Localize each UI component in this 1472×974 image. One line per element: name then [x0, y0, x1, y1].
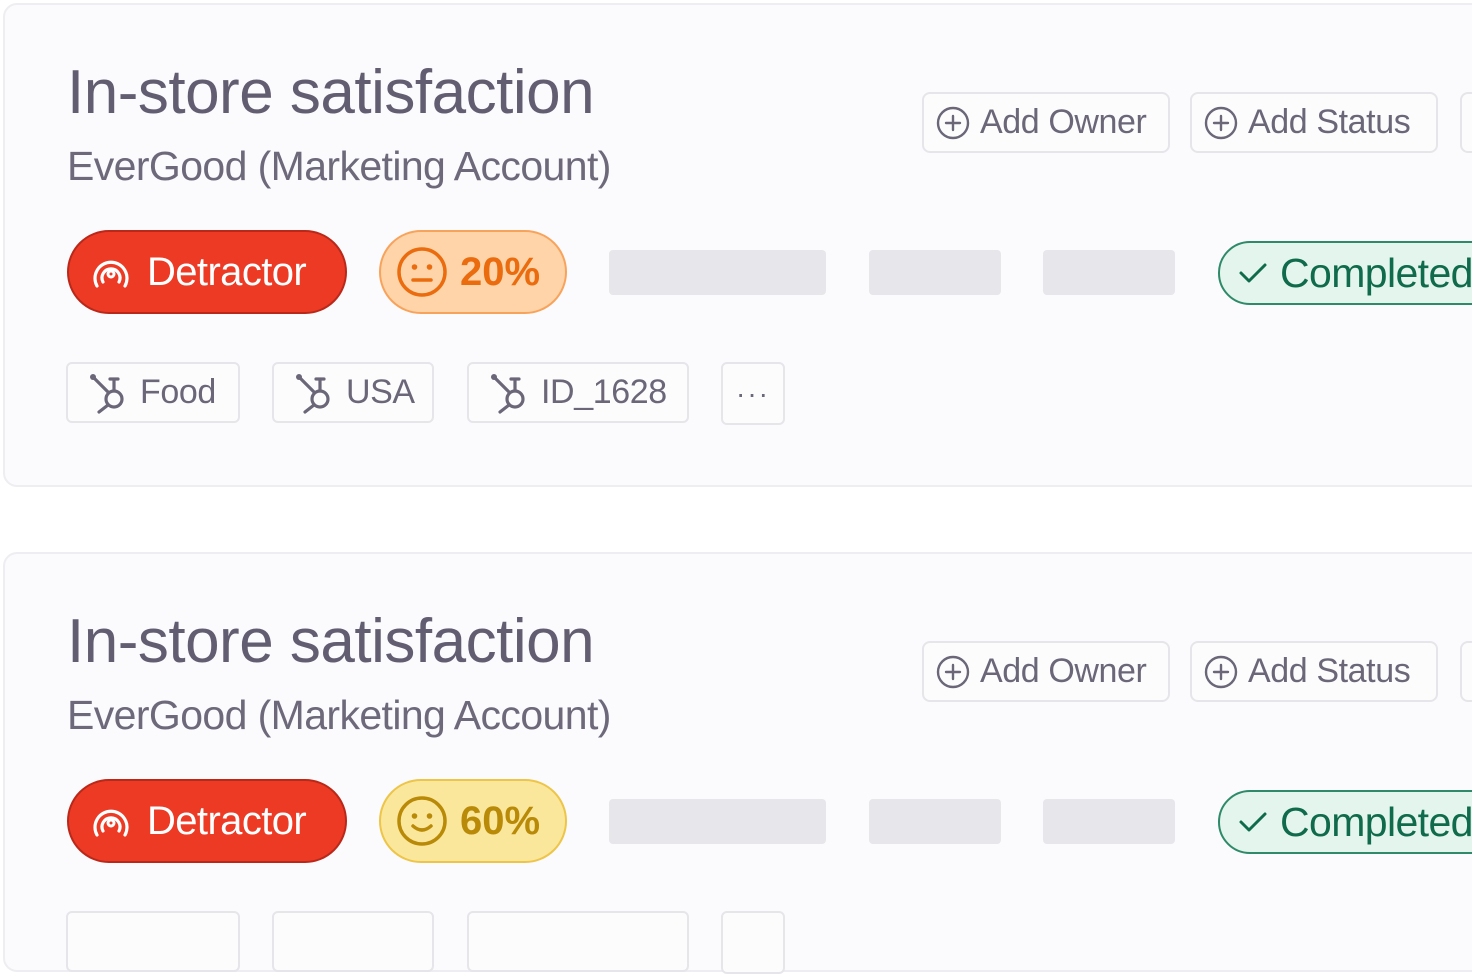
add-status-label: Add Status	[1248, 103, 1411, 141]
tag-label: ID_1628	[541, 373, 667, 411]
hubspot-icon	[88, 372, 128, 414]
signal-icon	[89, 250, 133, 294]
skeleton-placeholder	[1043, 799, 1175, 844]
smile-face-icon	[396, 795, 448, 847]
tag-usa[interactable]: USA	[272, 362, 434, 423]
detractor-badge[interactable]: Detractor	[67, 779, 347, 863]
tag-label: Food	[140, 373, 216, 411]
check-icon	[1236, 256, 1270, 290]
score-badge[interactable]: 60%	[379, 779, 567, 863]
plus-circle-icon	[1204, 106, 1238, 140]
more-tags-button[interactable]: ···	[721, 362, 785, 425]
survey-card-2[interactable]: In-store satisfaction EverGood (Marketin…	[3, 552, 1472, 974]
tag-placeholder[interactable]	[272, 911, 434, 972]
tag-id[interactable]: ID_1628	[467, 362, 689, 423]
completed-status-badge[interactable]: Completed	[1218, 790, 1472, 854]
survey-card-1[interactable]: In-store satisfaction EverGood (Marketin…	[3, 3, 1472, 487]
hubspot-icon	[489, 372, 529, 414]
tag-food[interactable]: Food	[66, 362, 240, 423]
add-status-button[interactable]: Add Status	[1190, 92, 1438, 153]
detractor-label: Detractor	[147, 798, 307, 843]
score-label: 20%	[460, 249, 541, 294]
add-owner-button[interactable]: Add Owner	[922, 641, 1170, 702]
skeleton-placeholder	[869, 250, 1001, 295]
more-tags-button[interactable]	[721, 911, 785, 974]
plus-circle-icon	[936, 655, 970, 689]
completed-label: Completed	[1280, 249, 1472, 296]
skeleton-placeholder	[1043, 250, 1175, 295]
add-status-label: Add Status	[1248, 652, 1411, 690]
add-owner-label: Add Owner	[980, 103, 1147, 141]
score-label: 60%	[460, 798, 541, 843]
overflow-button[interactable]	[1460, 641, 1472, 702]
tag-placeholder[interactable]	[467, 911, 689, 972]
plus-circle-icon	[936, 106, 970, 140]
add-owner-label: Add Owner	[980, 652, 1147, 690]
add-status-button[interactable]: Add Status	[1190, 641, 1438, 702]
neutral-face-icon	[396, 246, 448, 298]
card-title: In-store satisfaction	[67, 58, 595, 127]
detractor-badge[interactable]: Detractor	[67, 230, 347, 314]
skeleton-placeholder	[609, 799, 826, 844]
detractor-label: Detractor	[147, 249, 307, 294]
skeleton-placeholder	[609, 250, 826, 295]
plus-circle-icon	[1204, 655, 1238, 689]
completed-status-badge[interactable]: Completed	[1218, 241, 1472, 305]
score-badge[interactable]: 20%	[379, 230, 567, 314]
check-icon	[1236, 805, 1270, 839]
hubspot-icon	[294, 372, 334, 414]
skeleton-placeholder	[869, 799, 1001, 844]
card-subtitle: EverGood (Marketing Account)	[67, 692, 611, 738]
tag-label: USA	[346, 373, 415, 411]
card-title: In-store satisfaction	[67, 607, 595, 676]
signal-icon	[89, 799, 133, 843]
ellipsis-icon: ···	[736, 377, 770, 409]
overflow-button[interactable]	[1460, 92, 1472, 153]
card-subtitle: EverGood (Marketing Account)	[67, 143, 611, 189]
completed-label: Completed	[1280, 798, 1472, 845]
tag-placeholder[interactable]	[66, 911, 240, 972]
add-owner-button[interactable]: Add Owner	[922, 92, 1170, 153]
